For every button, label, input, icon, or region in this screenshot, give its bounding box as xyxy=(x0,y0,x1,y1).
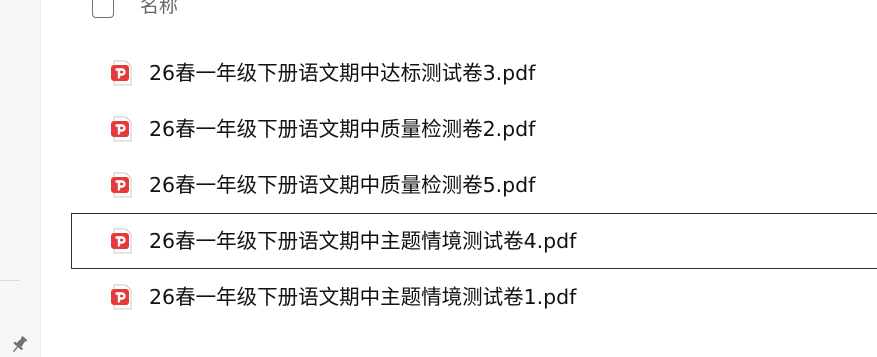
pdf-file-icon xyxy=(111,116,132,142)
file-name[interactable]: 26春一年级下册语文期中达标测试卷3.pdf xyxy=(149,60,535,86)
file-row[interactable]: 26春一年级下册语文期中主题情境测试卷1.pdf xyxy=(71,269,877,325)
select-all-checkbox[interactable] xyxy=(92,0,114,18)
file-name[interactable]: 26春一年级下册语文期中主题情境测试卷4.pdf xyxy=(149,228,576,254)
file-name[interactable]: 26春一年级下册语文期中质量检测卷5.pdf xyxy=(149,172,535,198)
pdf-file-icon xyxy=(111,284,132,310)
file-list: 26春一年级下册语文期中达标测试卷3.pdf 26春一年级下册语文期中质量检测卷… xyxy=(71,45,877,325)
file-row[interactable]: 26春一年级下册语文期中质量检测卷2.pdf xyxy=(71,101,877,157)
pin-icon[interactable] xyxy=(8,334,30,356)
name-column-header[interactable]: 名称 xyxy=(140,0,178,18)
file-row[interactable]: 26春一年级下册语文期中达标测试卷3.pdf xyxy=(71,45,877,101)
navigation-divider xyxy=(0,280,20,281)
file-name[interactable]: 26春一年级下册语文期中主题情境测试卷1.pdf xyxy=(149,284,576,310)
file-row[interactable]: 26春一年级下册语文期中质量检测卷5.pdf xyxy=(71,157,877,213)
pdf-file-icon xyxy=(111,60,132,86)
navigation-pane xyxy=(0,0,41,357)
list-header: 名称 xyxy=(84,0,864,24)
file-row-focused[interactable]: 26春一年级下册语文期中主题情境测试卷4.pdf xyxy=(71,213,877,269)
pdf-file-icon xyxy=(111,172,132,198)
file-name[interactable]: 26春一年级下册语文期中质量检测卷2.pdf xyxy=(149,116,535,142)
pdf-file-icon xyxy=(111,228,132,254)
